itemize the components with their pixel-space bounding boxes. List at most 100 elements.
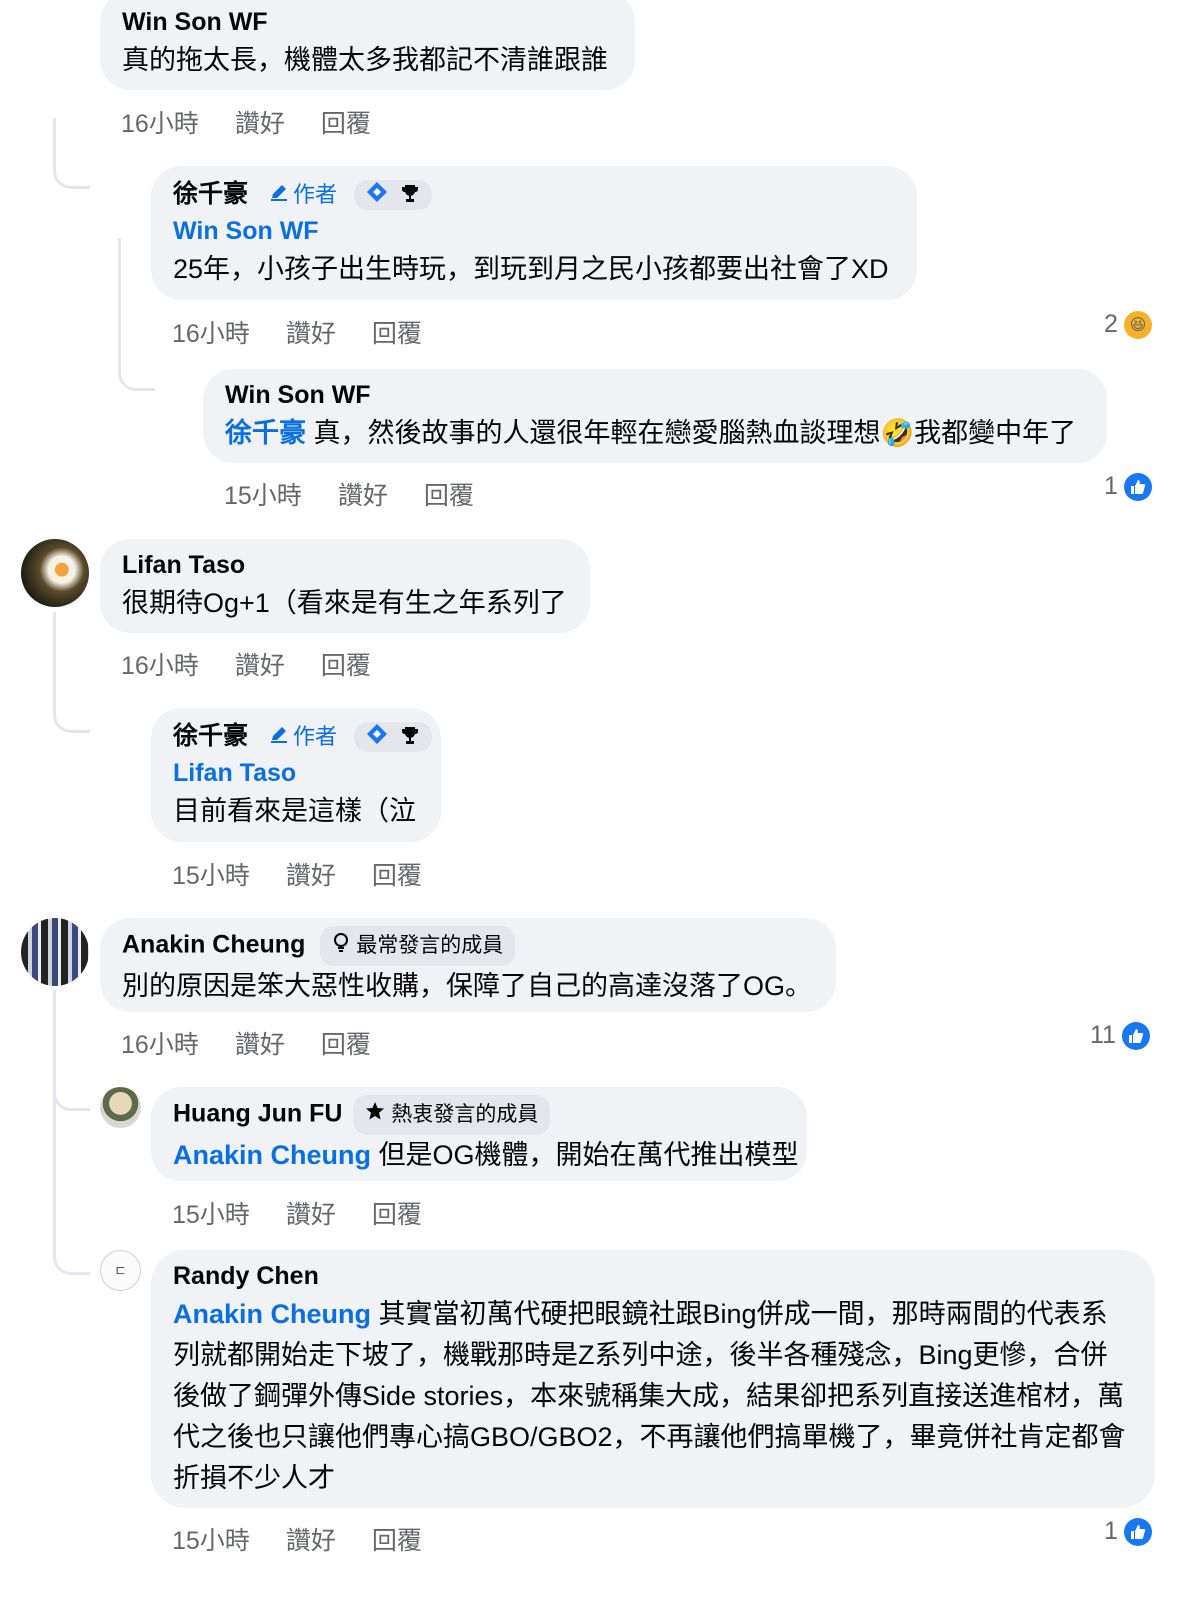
avatar[interactable] bbox=[21, 918, 89, 986]
comment-actions: 16小時 讚好 回覆 bbox=[121, 104, 371, 140]
comment-actions: 16小時 讚好 回覆 bbox=[121, 646, 371, 682]
like-button[interactable]: 讚好 bbox=[338, 476, 388, 512]
trophy-icon bbox=[400, 719, 420, 755]
reply-button[interactable]: 回覆 bbox=[321, 646, 371, 682]
comment-text-row: Anakin Cheung 但是OG機體，開始在萬代推出模型 bbox=[173, 1135, 799, 1175]
reply-button[interactable]: 回覆 bbox=[321, 1025, 371, 1061]
reaction-summary[interactable]: 1 bbox=[1104, 472, 1152, 501]
member-badge-label: 最常發言的成員 bbox=[356, 934, 504, 957]
comment-text-end: 我都變中年了 bbox=[914, 418, 1077, 448]
reply-button[interactable]: 回覆 bbox=[372, 856, 422, 892]
reaction-summary[interactable]: 11 bbox=[1090, 1021, 1150, 1050]
diamond-icon bbox=[366, 719, 388, 755]
pencil-icon bbox=[269, 719, 289, 755]
author-label: 作者 bbox=[292, 182, 337, 208]
commenter-name[interactable]: Randy Chen bbox=[173, 1258, 1133, 1294]
comment-time[interactable]: 16小時 bbox=[172, 314, 250, 350]
like-icon bbox=[1121, 1021, 1150, 1050]
avatar[interactable]: ㄷ bbox=[100, 1250, 141, 1291]
comment-bubble: 徐千豪 作者 Lifan Taso 目前看來是這樣（泣 bbox=[151, 708, 441, 842]
badge-pill[interactable] bbox=[353, 719, 432, 755]
reaction-count: 11 bbox=[1090, 1021, 1116, 1049]
comment-bubble: Anakin Cheung 最常發言的成員 別的原因是笨大惡性收購，保障了自己的… bbox=[100, 918, 836, 1012]
thread-connector bbox=[53, 1080, 90, 1111]
like-button[interactable]: 讚好 bbox=[235, 646, 285, 682]
reply-button[interactable]: 回覆 bbox=[424, 476, 474, 512]
reaction-summary[interactable]: 1 bbox=[1104, 1517, 1152, 1546]
avatar[interactable] bbox=[100, 1087, 141, 1128]
commenter-name[interactable]: Huang Jun FU bbox=[173, 1100, 342, 1128]
author-label: 作者 bbox=[292, 724, 337, 750]
comment-bubble: Win Son WF 徐千豪 真，然後故事的人還很年輕在戀愛腦熱血談理想🤣我都變… bbox=[203, 369, 1107, 463]
comment-bubble: Win Son WF 真的拖太長，機體太多我都記不清誰跟誰 bbox=[100, 0, 635, 90]
reply-button[interactable]: 回覆 bbox=[372, 1195, 422, 1231]
commenter-name[interactable]: Win Son WF bbox=[122, 4, 613, 40]
reaction-count: 1 bbox=[1104, 1517, 1118, 1545]
thread-connector bbox=[118, 238, 155, 391]
mentioned-user[interactable]: Win Son WF bbox=[173, 213, 895, 249]
comment-text: 真的拖太長，機體太多我都記不清誰跟誰 bbox=[122, 45, 608, 75]
reply-button[interactable]: 回覆 bbox=[321, 104, 371, 140]
comment-time[interactable]: 15小時 bbox=[172, 856, 250, 892]
like-button[interactable]: 讚好 bbox=[235, 1025, 285, 1061]
comment-time[interactable]: 15小時 bbox=[172, 1195, 250, 1231]
comment-actions: 15小時 讚好 回覆 bbox=[224, 476, 474, 512]
comment-bubble: Randy Chen Anakin Cheung 其實當初萬代硬把眼鏡社跟Bin… bbox=[151, 1250, 1155, 1508]
star-icon bbox=[365, 1097, 385, 1133]
like-button[interactable]: 讚好 bbox=[235, 104, 285, 140]
commenter-name[interactable]: Win Son WF bbox=[225, 377, 1085, 413]
comment-actions: 15小時 讚好 回覆 bbox=[172, 1521, 422, 1557]
comment-time[interactable]: 16小時 bbox=[121, 1025, 199, 1061]
comment-text: 但是OG機體，開始在萬代推出模型 bbox=[378, 1140, 799, 1170]
mentioned-user[interactable]: Anakin Cheung bbox=[173, 1299, 371, 1329]
comment-actions: 16小時 讚好 回覆 bbox=[172, 314, 422, 350]
reply-button[interactable]: 回覆 bbox=[372, 314, 422, 350]
comment-text: 別的原因是笨大惡性收購，保障了自己的高達沒落了OG。 bbox=[122, 971, 813, 1001]
author-badge: 作者 bbox=[269, 177, 337, 213]
like-button[interactable]: 讚好 bbox=[286, 314, 336, 350]
comment-time[interactable]: 16小時 bbox=[121, 104, 199, 140]
comment-text-row: 徐千豪 真，然後故事的人還很年輕在戀愛腦熱血談理想🤣我都變中年了 bbox=[225, 413, 1085, 453]
reaction-summary[interactable]: 2 😆 bbox=[1104, 310, 1152, 339]
commenter-name[interactable]: Lifan Taso bbox=[122, 547, 568, 583]
comment-text-row: Anakin Cheung 其實當初萬代硬把眼鏡社跟Bing併成一間，那時兩間的… bbox=[173, 1294, 1133, 1499]
comment-time[interactable]: 15小時 bbox=[224, 476, 302, 512]
badge-pill[interactable] bbox=[353, 177, 432, 213]
haha-emoji-icon: 😆 bbox=[1123, 310, 1152, 339]
comment-bubble: Lifan Taso 很期待Og+1（看來是有生之年系列了 bbox=[100, 539, 590, 633]
member-badge[interactable]: 熱衷發言的成員 bbox=[353, 1095, 551, 1135]
thread-connector bbox=[53, 1108, 90, 1275]
comment-text: 真，然後故事的人還很年輕在戀愛腦熱血談理想 bbox=[313, 418, 881, 448]
commenter-name-row: Huang Jun FU 熱衷發言的成員 bbox=[173, 1095, 785, 1135]
comment-bubble: 徐千豪 作者 Win Son WF 25年，小孩子出生時玩，到玩到月之民小孩都要… bbox=[151, 166, 917, 300]
reply-button[interactable]: 回覆 bbox=[372, 1521, 422, 1557]
comment-time[interactable]: 15小時 bbox=[172, 1521, 250, 1557]
reaction-count: 2 bbox=[1104, 310, 1118, 338]
comment-time[interactable]: 16小時 bbox=[121, 646, 199, 682]
lightbulb-icon bbox=[332, 928, 350, 964]
commenter-name[interactable]: Anakin Cheung bbox=[122, 931, 305, 959]
commenter-name-row: Anakin Cheung 最常發言的成員 bbox=[122, 926, 814, 966]
like-button[interactable]: 讚好 bbox=[286, 1521, 336, 1557]
thread-connector bbox=[53, 612, 90, 733]
comment-bubble: Huang Jun FU 熱衷發言的成員 Anakin Cheung 但是OG機… bbox=[151, 1087, 807, 1181]
like-icon bbox=[1123, 1517, 1152, 1546]
commenter-name-row: 徐千豪 作者 bbox=[173, 718, 432, 755]
comment-actions: 16小時 讚好 回覆 bbox=[121, 1025, 371, 1061]
mentioned-user[interactable]: Lifan Taso bbox=[173, 755, 419, 791]
like-button[interactable]: 讚好 bbox=[286, 1195, 336, 1231]
avatar[interactable] bbox=[21, 539, 89, 607]
pencil-icon bbox=[269, 177, 289, 213]
member-badge[interactable]: 最常發言的成員 bbox=[320, 926, 516, 966]
author-badge: 作者 bbox=[269, 719, 337, 755]
comment-actions: 15小時 讚好 回覆 bbox=[172, 856, 422, 892]
commenter-name[interactable]: 徐千豪 bbox=[173, 722, 248, 750]
rofl-emoji-icon: 🤣 bbox=[880, 418, 915, 448]
mentioned-user[interactable]: Anakin Cheung bbox=[173, 1140, 371, 1170]
commenter-name[interactable]: 徐千豪 bbox=[173, 180, 248, 208]
like-icon bbox=[1123, 472, 1152, 501]
comment-text: 目前看來是這樣（泣 bbox=[173, 796, 416, 827]
mentioned-user[interactable]: 徐千豪 bbox=[225, 418, 306, 448]
trophy-icon bbox=[400, 177, 420, 213]
like-button[interactable]: 讚好 bbox=[286, 856, 336, 892]
